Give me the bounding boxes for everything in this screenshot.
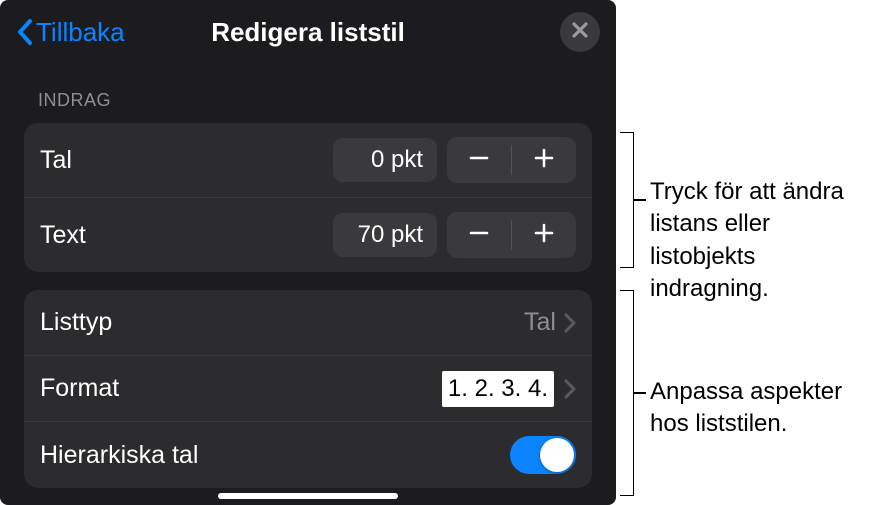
back-label: Tillbaka xyxy=(36,17,125,48)
row-label-hierarkiska: Hierarkiska tal xyxy=(40,441,510,470)
callout-top: Tryck för att ändra listans eller listob… xyxy=(650,176,864,306)
row-text: Text xyxy=(24,198,592,272)
format-value: 1. 2. 3. 4. xyxy=(442,371,554,407)
tal-value-input[interactable] xyxy=(333,138,437,182)
text-decrement-button[interactable] xyxy=(447,212,511,258)
back-button[interactable]: Tillbaka xyxy=(16,17,125,48)
listtyp-value: Tal xyxy=(524,308,556,337)
row-label-listtyp: Listtyp xyxy=(40,308,524,337)
text-increment-button[interactable] xyxy=(512,212,576,258)
bracket-line-bottom xyxy=(634,392,646,394)
tal-increment-button[interactable] xyxy=(512,137,576,183)
section-header-indrag: INDRAG xyxy=(0,64,616,123)
bracket-top xyxy=(620,132,634,268)
minus-icon xyxy=(468,147,490,174)
chevron-right-icon xyxy=(564,379,576,399)
home-indicator xyxy=(218,493,398,499)
chevron-right-icon xyxy=(564,313,576,333)
row-label-text: Text xyxy=(40,221,333,250)
callout-bottom: Anpassa aspekter hos liststilen. xyxy=(650,376,864,441)
text-value-input[interactable] xyxy=(333,213,437,257)
bracket-bottom xyxy=(620,290,634,496)
row-listtyp[interactable]: Listtyp Tal xyxy=(24,290,592,356)
row-label-tal: Tal xyxy=(40,146,333,175)
row-format[interactable]: Format 1. 2. 3. 4. xyxy=(24,356,592,422)
row-hierarkiska: Hierarkiska tal xyxy=(24,422,592,488)
chevron-left-icon xyxy=(16,18,34,46)
minus-icon xyxy=(468,222,490,249)
close-icon xyxy=(571,21,589,44)
hierarkiska-toggle[interactable] xyxy=(510,436,576,474)
tal-decrement-button[interactable] xyxy=(447,137,511,183)
settings-panel: Tillbaka Redigera liststil INDRAG Tal xyxy=(0,0,616,505)
tal-stepper xyxy=(447,137,576,183)
callouts: Tryck för att ändra listans eller listob… xyxy=(616,0,872,505)
page-title: Redigera liststil xyxy=(211,17,405,48)
plus-icon xyxy=(533,222,555,249)
toggle-knob xyxy=(540,438,574,472)
style-card: Listtyp Tal Format 1. 2. 3. 4. Hierarkis… xyxy=(24,290,592,488)
row-label-format: Format xyxy=(40,374,442,403)
indrag-card: Tal Text xyxy=(24,123,592,272)
row-tal: Tal xyxy=(24,123,592,198)
bracket-line-top xyxy=(634,199,646,201)
panel-header: Tillbaka Redigera liststil xyxy=(0,0,616,64)
plus-icon xyxy=(533,147,555,174)
close-button[interactable] xyxy=(560,12,600,52)
text-stepper xyxy=(447,212,576,258)
